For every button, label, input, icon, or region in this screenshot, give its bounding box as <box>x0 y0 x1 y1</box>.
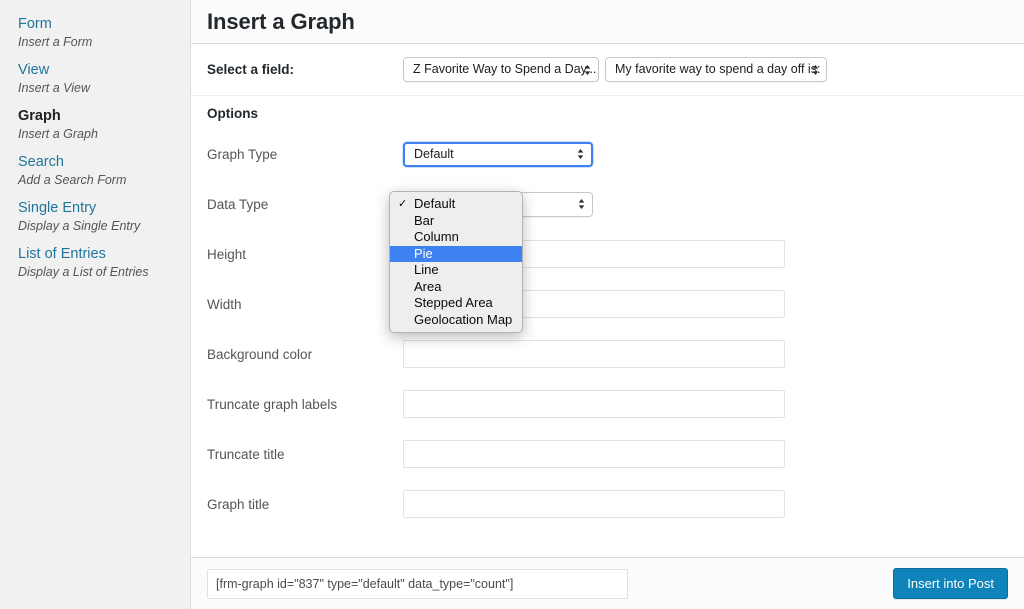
graph-type-label: Graph Type <box>207 146 278 162</box>
form-select-value: Z Favorite Way to Spend a Day... <box>413 62 597 77</box>
height-label: Height <box>207 246 247 262</box>
main-panel: Insert a Graph Select a field: Z Favorit… <box>191 0 1024 609</box>
field-select-value: My favorite way to spend a day off is: <box>615 62 821 77</box>
select-field-controls: Z Favorite Way to Spend a Day... My favo… <box>403 57 827 82</box>
chevron-updown-icon <box>578 198 585 210</box>
updown-arrows-glyph <box>584 64 591 75</box>
background-color-input[interactable] <box>403 340 785 368</box>
sidebar-item-subtitle: Insert a View <box>18 81 91 95</box>
sidebar-item-subtitle: Insert a Form <box>18 35 93 49</box>
graph-title-row: Graph title <box>191 479 1024 529</box>
sidebar-item-subtitle: Display a List of Entries <box>18 265 149 279</box>
sidebar-item-title: View <box>18 62 50 78</box>
insert-into-post-button[interactable]: Insert into Post <box>893 568 1008 599</box>
dropdown-option-column[interactable]: Column <box>390 229 522 246</box>
sidebar-item-subtitle: Add a Search Form <box>18 173 127 187</box>
sidebar-item-list-of-entries[interactable]: List of Entries Display a List of Entrie… <box>0 240 190 286</box>
dropdown-option-stepped-area[interactable]: Stepped Area <box>390 295 522 312</box>
height-row: Height <box>191 229 1024 279</box>
truncate-title-row: Truncate title <box>191 429 1024 479</box>
truncate-title-label: Truncate title <box>207 446 285 462</box>
form-select[interactable]: Z Favorite Way to Spend a Day... <box>403 57 599 82</box>
select-field-row: Select a field: Z Favorite Way to Spend … <box>191 44 1024 96</box>
data-type-label: Data Type <box>207 196 269 212</box>
chevron-updown-icon <box>577 148 584 160</box>
truncate-graph-labels-label: Truncate graph labels <box>207 396 338 412</box>
sidebar-item-search[interactable]: Search Add a Search Form <box>0 148 190 194</box>
select-field-label: Select a field: <box>207 62 295 77</box>
graph-type-row: Graph Type Default <box>191 129 1024 179</box>
sidebar-item-graph[interactable]: Graph Insert a Graph <box>0 102 190 148</box>
data-type-row: Data Type Number of Entries <box>191 179 1024 229</box>
sidebar-item-subtitle: Display a Single Entry <box>18 219 141 233</box>
sidebar-item-view[interactable]: View Insert a View <box>0 56 190 102</box>
sidebar-item-subtitle: Insert a Graph <box>18 127 98 141</box>
graph-title-input[interactable] <box>403 490 785 518</box>
sidebar-item-title: List of Entries <box>18 246 106 262</box>
width-label: Width <box>207 296 242 312</box>
sidebar-item-title: Single Entry <box>18 200 97 216</box>
truncate-graph-labels-input[interactable] <box>403 390 785 418</box>
dropdown-option-geolocation-map[interactable]: Geolocation Map <box>390 312 522 329</box>
shortcode-input[interactable] <box>207 568 628 599</box>
dropdown-option-default[interactable]: Default <box>390 196 522 213</box>
graph-type-value: Default <box>414 146 454 161</box>
graph-type-dropdown-menu[interactable]: Default Bar Column Pie Line Area Stepped… <box>389 191 523 333</box>
updown-arrows-glyph <box>577 149 584 159</box>
graph-type-select[interactable]: Default <box>403 141 593 167</box>
dropdown-option-pie[interactable]: Pie <box>390 245 522 262</box>
sidebar-item-title: Graph <box>18 108 61 124</box>
dropdown-option-line[interactable]: Line <box>390 262 522 279</box>
background-color-label: Background color <box>207 346 313 362</box>
truncate-graph-labels-row: Truncate graph labels <box>191 379 1024 429</box>
form-body: Select a field: Z Favorite Way to Spend … <box>191 44 1024 557</box>
chevron-updown-icon <box>584 64 591 76</box>
sidebar-item-form[interactable]: Form Insert a Form <box>0 10 190 56</box>
field-select[interactable]: My favorite way to spend a day off is: <box>605 57 827 82</box>
width-row: Width <box>191 279 1024 329</box>
graph-title-label: Graph title <box>207 496 270 512</box>
sidebar-item-title: Form <box>18 16 52 32</box>
sidebar-item-single-entry[interactable]: Single Entry Display a Single Entry <box>0 194 190 240</box>
page-title: Insert a Graph <box>207 8 355 34</box>
sidebar: Form Insert a Form View Insert a View Gr… <box>0 0 191 609</box>
dropdown-option-bar[interactable]: Bar <box>390 213 522 230</box>
insert-graph-modal: Form Insert a Form View Insert a View Gr… <box>0 0 1024 609</box>
dropdown-option-area[interactable]: Area <box>390 279 522 296</box>
options-section-heading: Options <box>207 106 258 121</box>
truncate-title-input[interactable] <box>403 440 785 468</box>
updown-arrows-glyph <box>578 199 585 209</box>
sidebar-item-title: Search <box>18 154 64 170</box>
modal-footer: Insert into Post <box>191 557 1024 609</box>
chevron-updown-icon <box>812 64 819 76</box>
background-color-row: Background color <box>191 329 1024 379</box>
panel-header: Insert a Graph <box>191 0 1024 44</box>
updown-arrows-glyph <box>812 64 819 75</box>
